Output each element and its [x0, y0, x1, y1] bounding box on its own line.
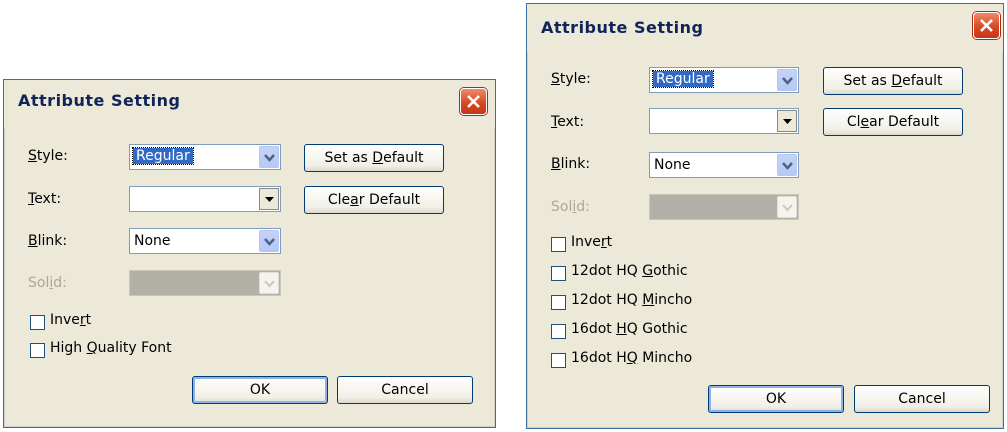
close-button[interactable] [973, 12, 1000, 39]
blink-value: None [134, 233, 171, 249]
title-bar[interactable]: Attribute Setting [527, 4, 1003, 52]
16dot-hq-gothic-label[interactable]: 16dot HQ Gothic [571, 321, 688, 337]
solid-label: Solid: [28, 275, 67, 291]
high-quality-font-label[interactable]: High Quality Font [50, 340, 172, 356]
dropdown-arrow[interactable] [777, 69, 797, 91]
text-label: Text: [28, 191, 62, 207]
chevron-down-icon [264, 238, 275, 246]
title-bar[interactable]: Attribute Setting [4, 80, 495, 128]
triangle-down-icon [265, 197, 274, 202]
12dot-hq-gothic-label[interactable]: 12dot HQ Gothic [571, 263, 688, 279]
close-button[interactable] [460, 88, 487, 115]
close-x-icon [467, 95, 480, 108]
attribute-setting-dialog-2: Attribute Setting Style: Regular Set as … [526, 3, 1004, 429]
invert-label[interactable]: Invert [571, 234, 612, 250]
invert-checkbox[interactable] [551, 237, 566, 252]
clear-default-button[interactable]: Clear Default [823, 108, 963, 136]
12dot-hq-mincho-checkbox[interactable] [551, 295, 566, 310]
solid-dropdown [649, 194, 799, 220]
blink-dropdown[interactable]: None [129, 228, 281, 254]
dropdown-arrow[interactable] [777, 154, 797, 176]
cancel-button[interactable]: Cancel [854, 385, 990, 413]
12dot-hq-gothic-checkbox[interactable] [551, 266, 566, 281]
16dot-hq-mincho-checkbox[interactable] [551, 353, 566, 368]
chevron-down-icon [782, 162, 793, 170]
style-dropdown[interactable]: Regular [649, 67, 799, 93]
chevron-down-icon [264, 280, 275, 288]
attribute-setting-dialog-1: Attribute Setting Style: Regular Set as … [3, 79, 496, 428]
invert-checkbox[interactable] [30, 315, 45, 330]
text-label: Text: [551, 114, 585, 130]
blink-dropdown[interactable]: None [649, 152, 799, 178]
text-color-dropdown[interactable] [129, 186, 281, 212]
dropdown-arrow[interactable] [259, 188, 279, 210]
dialog-title: Attribute Setting [18, 91, 181, 110]
chevron-down-icon [782, 204, 793, 212]
chevron-down-icon [782, 77, 793, 85]
style-value: Regular [132, 147, 194, 165]
12dot-hq-mincho-label[interactable]: 12dot HQ Mincho [571, 292, 692, 308]
blink-value: None [654, 157, 691, 173]
chevron-down-icon [264, 154, 275, 162]
16dot-hq-mincho-label[interactable]: 16dot HQ Mincho [571, 350, 692, 366]
triangle-down-icon [783, 119, 792, 124]
blink-label: Blink: [28, 233, 68, 249]
16dot-hq-gothic-checkbox[interactable] [551, 324, 566, 339]
style-label: Style: [28, 148, 68, 164]
solid-label: Solid: [551, 199, 590, 215]
cancel-button[interactable]: Cancel [337, 376, 473, 404]
blink-label: Blink: [551, 156, 591, 172]
invert-label[interactable]: Invert [50, 312, 91, 328]
dropdown-arrow[interactable] [259, 146, 279, 168]
style-label: Style: [551, 71, 591, 87]
clear-default-button[interactable]: Clear Default [304, 186, 444, 214]
ok-button[interactable]: OK [192, 376, 328, 404]
dropdown-arrow [259, 272, 279, 294]
dropdown-arrow[interactable] [259, 230, 279, 252]
dialog-title: Attribute Setting [541, 18, 704, 37]
high-quality-font-checkbox[interactable] [30, 343, 45, 358]
close-x-icon [980, 19, 993, 32]
dropdown-arrow[interactable] [777, 110, 797, 132]
style-value: Regular [652, 70, 714, 88]
ok-button[interactable]: OK [708, 385, 844, 413]
set-as-default-button[interactable]: Set as Default [823, 67, 963, 95]
text-color-dropdown[interactable] [649, 108, 799, 134]
set-as-default-button[interactable]: Set as Default [304, 144, 444, 172]
dropdown-arrow [777, 196, 797, 218]
style-dropdown[interactable]: Regular [129, 144, 281, 170]
solid-dropdown [129, 270, 281, 296]
